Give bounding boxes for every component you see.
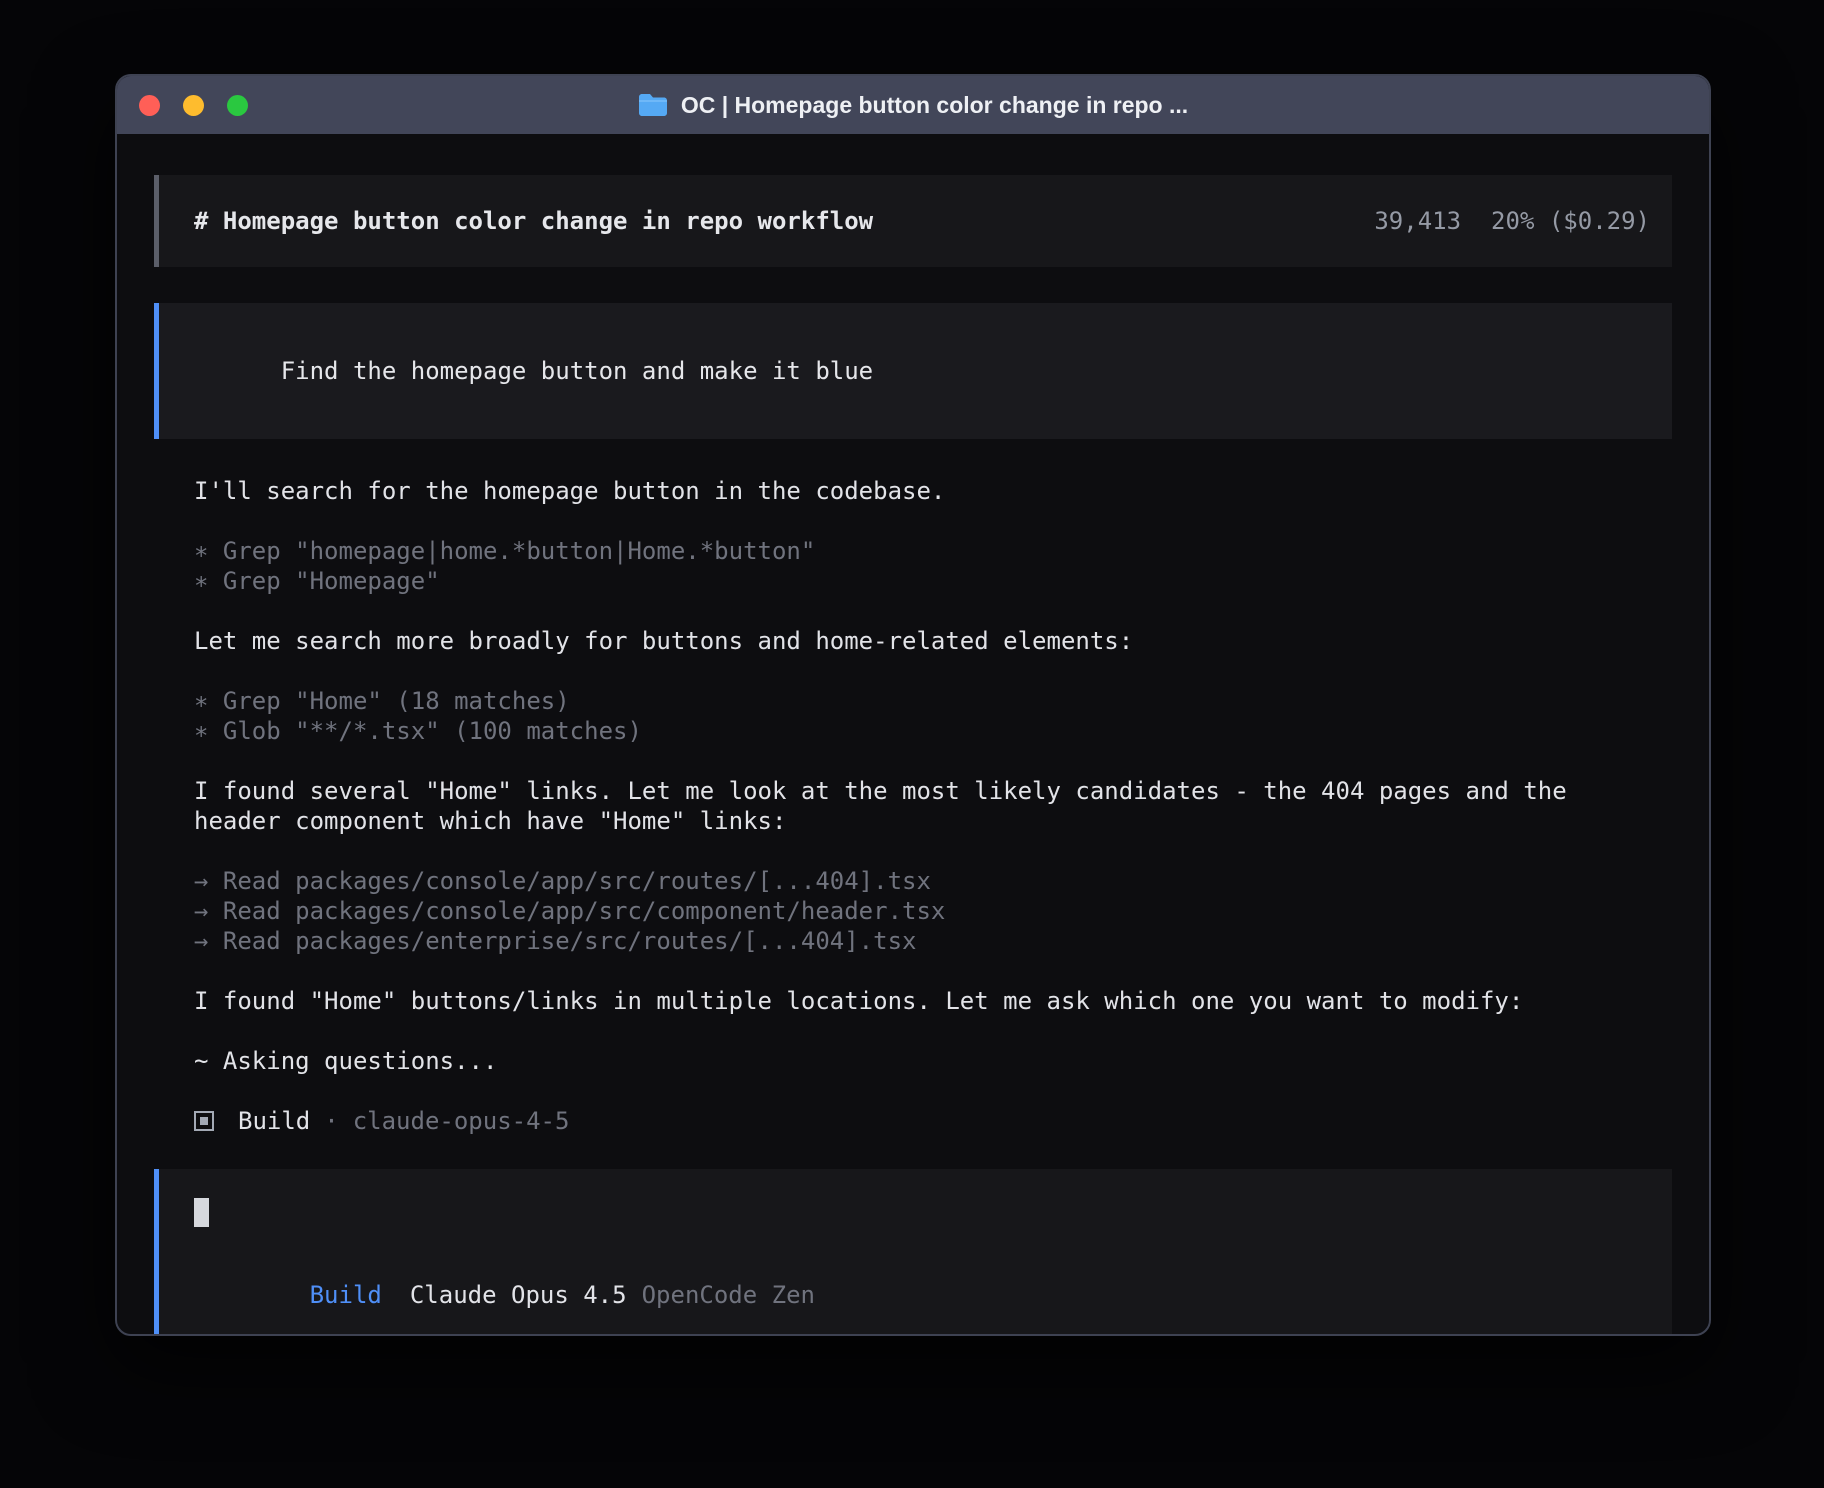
terminal-window: OC | Homepage button color change in rep…: [115, 74, 1711, 1336]
spacer-line: [194, 596, 1672, 626]
transcript: I'll search for the homepage button in t…: [154, 476, 1672, 1136]
terminal-content: # Homepage button color change in repo w…: [117, 134, 1709, 1336]
token-count: 39,413: [1374, 206, 1461, 236]
close-button[interactable]: [139, 95, 160, 116]
session-title: # Homepage button color change in repo w…: [194, 206, 873, 236]
spacer-line: [194, 656, 1672, 686]
agent-status-line: Build · claude-opus-4-5: [194, 1106, 1672, 1136]
window-controls: [139, 76, 248, 134]
spacer-line: [194, 956, 1672, 986]
spacer-line: [194, 506, 1672, 536]
spacer-line: [194, 836, 1672, 866]
user-message-text: Find the homepage button and make it blu…: [281, 357, 873, 385]
tool-call-line: ∗ Grep "Home" (18 matches): [194, 686, 1672, 716]
spacer-line: [194, 1016, 1672, 1046]
prompt-input[interactable]: Build Claude Opus 4.5 OpenCode Zen: [154, 1169, 1672, 1336]
agent-model: claude-opus-4-5: [353, 1106, 570, 1136]
agent-name: Build: [238, 1106, 310, 1136]
tool-call-line: ∗ Grep "homepage|home.*button|Home.*butt…: [194, 536, 1672, 566]
model-name: Claude Opus 4.5: [410, 1281, 627, 1309]
status-message-line: ~ Asking questions...: [194, 1046, 1672, 1076]
assistant-message-line: I found several "Home" links. Let me loo…: [194, 776, 1672, 806]
text-cursor: [194, 1198, 209, 1227]
session-stats: 39,413 20% ($0.29): [1374, 206, 1650, 236]
model-provider: OpenCode Zen: [642, 1281, 815, 1309]
user-message: Find the homepage button and make it blu…: [154, 303, 1672, 439]
model-info-line: Build Claude Opus 4.5 OpenCode Zen: [194, 1250, 1637, 1337]
tool-call-line: → Read packages/enterprise/src/routes/[.…: [194, 926, 1672, 956]
mode-label[interactable]: Build: [310, 1281, 382, 1309]
assistant-message-line: I found "Home" buttons/links in multiple…: [194, 986, 1672, 1016]
folder-icon: [638, 93, 668, 117]
assistant-message-line: Let me search more broadly for buttons a…: [194, 626, 1672, 656]
window-title-text: OC | Homepage button color change in rep…: [681, 92, 1188, 119]
spacer-line: [194, 1076, 1672, 1106]
tool-call-line: → Read packages/console/app/src/componen…: [194, 896, 1672, 926]
window-title: OC | Homepage button color change in rep…: [638, 92, 1188, 119]
zoom-button[interactable]: [227, 95, 248, 116]
session-header: # Homepage button color change in repo w…: [154, 175, 1672, 267]
tool-call-line: ∗ Glob "**/*.tsx" (100 matches): [194, 716, 1672, 746]
assistant-message-line: I'll search for the homepage button in t…: [194, 476, 1672, 506]
minimize-button[interactable]: [183, 95, 204, 116]
tool-call-line: ∗ Grep "Homepage": [194, 566, 1672, 596]
window-titlebar[interactable]: OC | Homepage button color change in rep…: [117, 76, 1709, 134]
agent-box-icon: [194, 1111, 214, 1131]
assistant-message-line: header component which have "Home" links…: [194, 806, 1672, 836]
spacer-line: [194, 746, 1672, 776]
tool-call-line: → Read packages/console/app/src/routes/[…: [194, 866, 1672, 896]
agent-separator: ·: [324, 1106, 338, 1136]
context-cost: 20% ($0.29): [1491, 206, 1650, 236]
